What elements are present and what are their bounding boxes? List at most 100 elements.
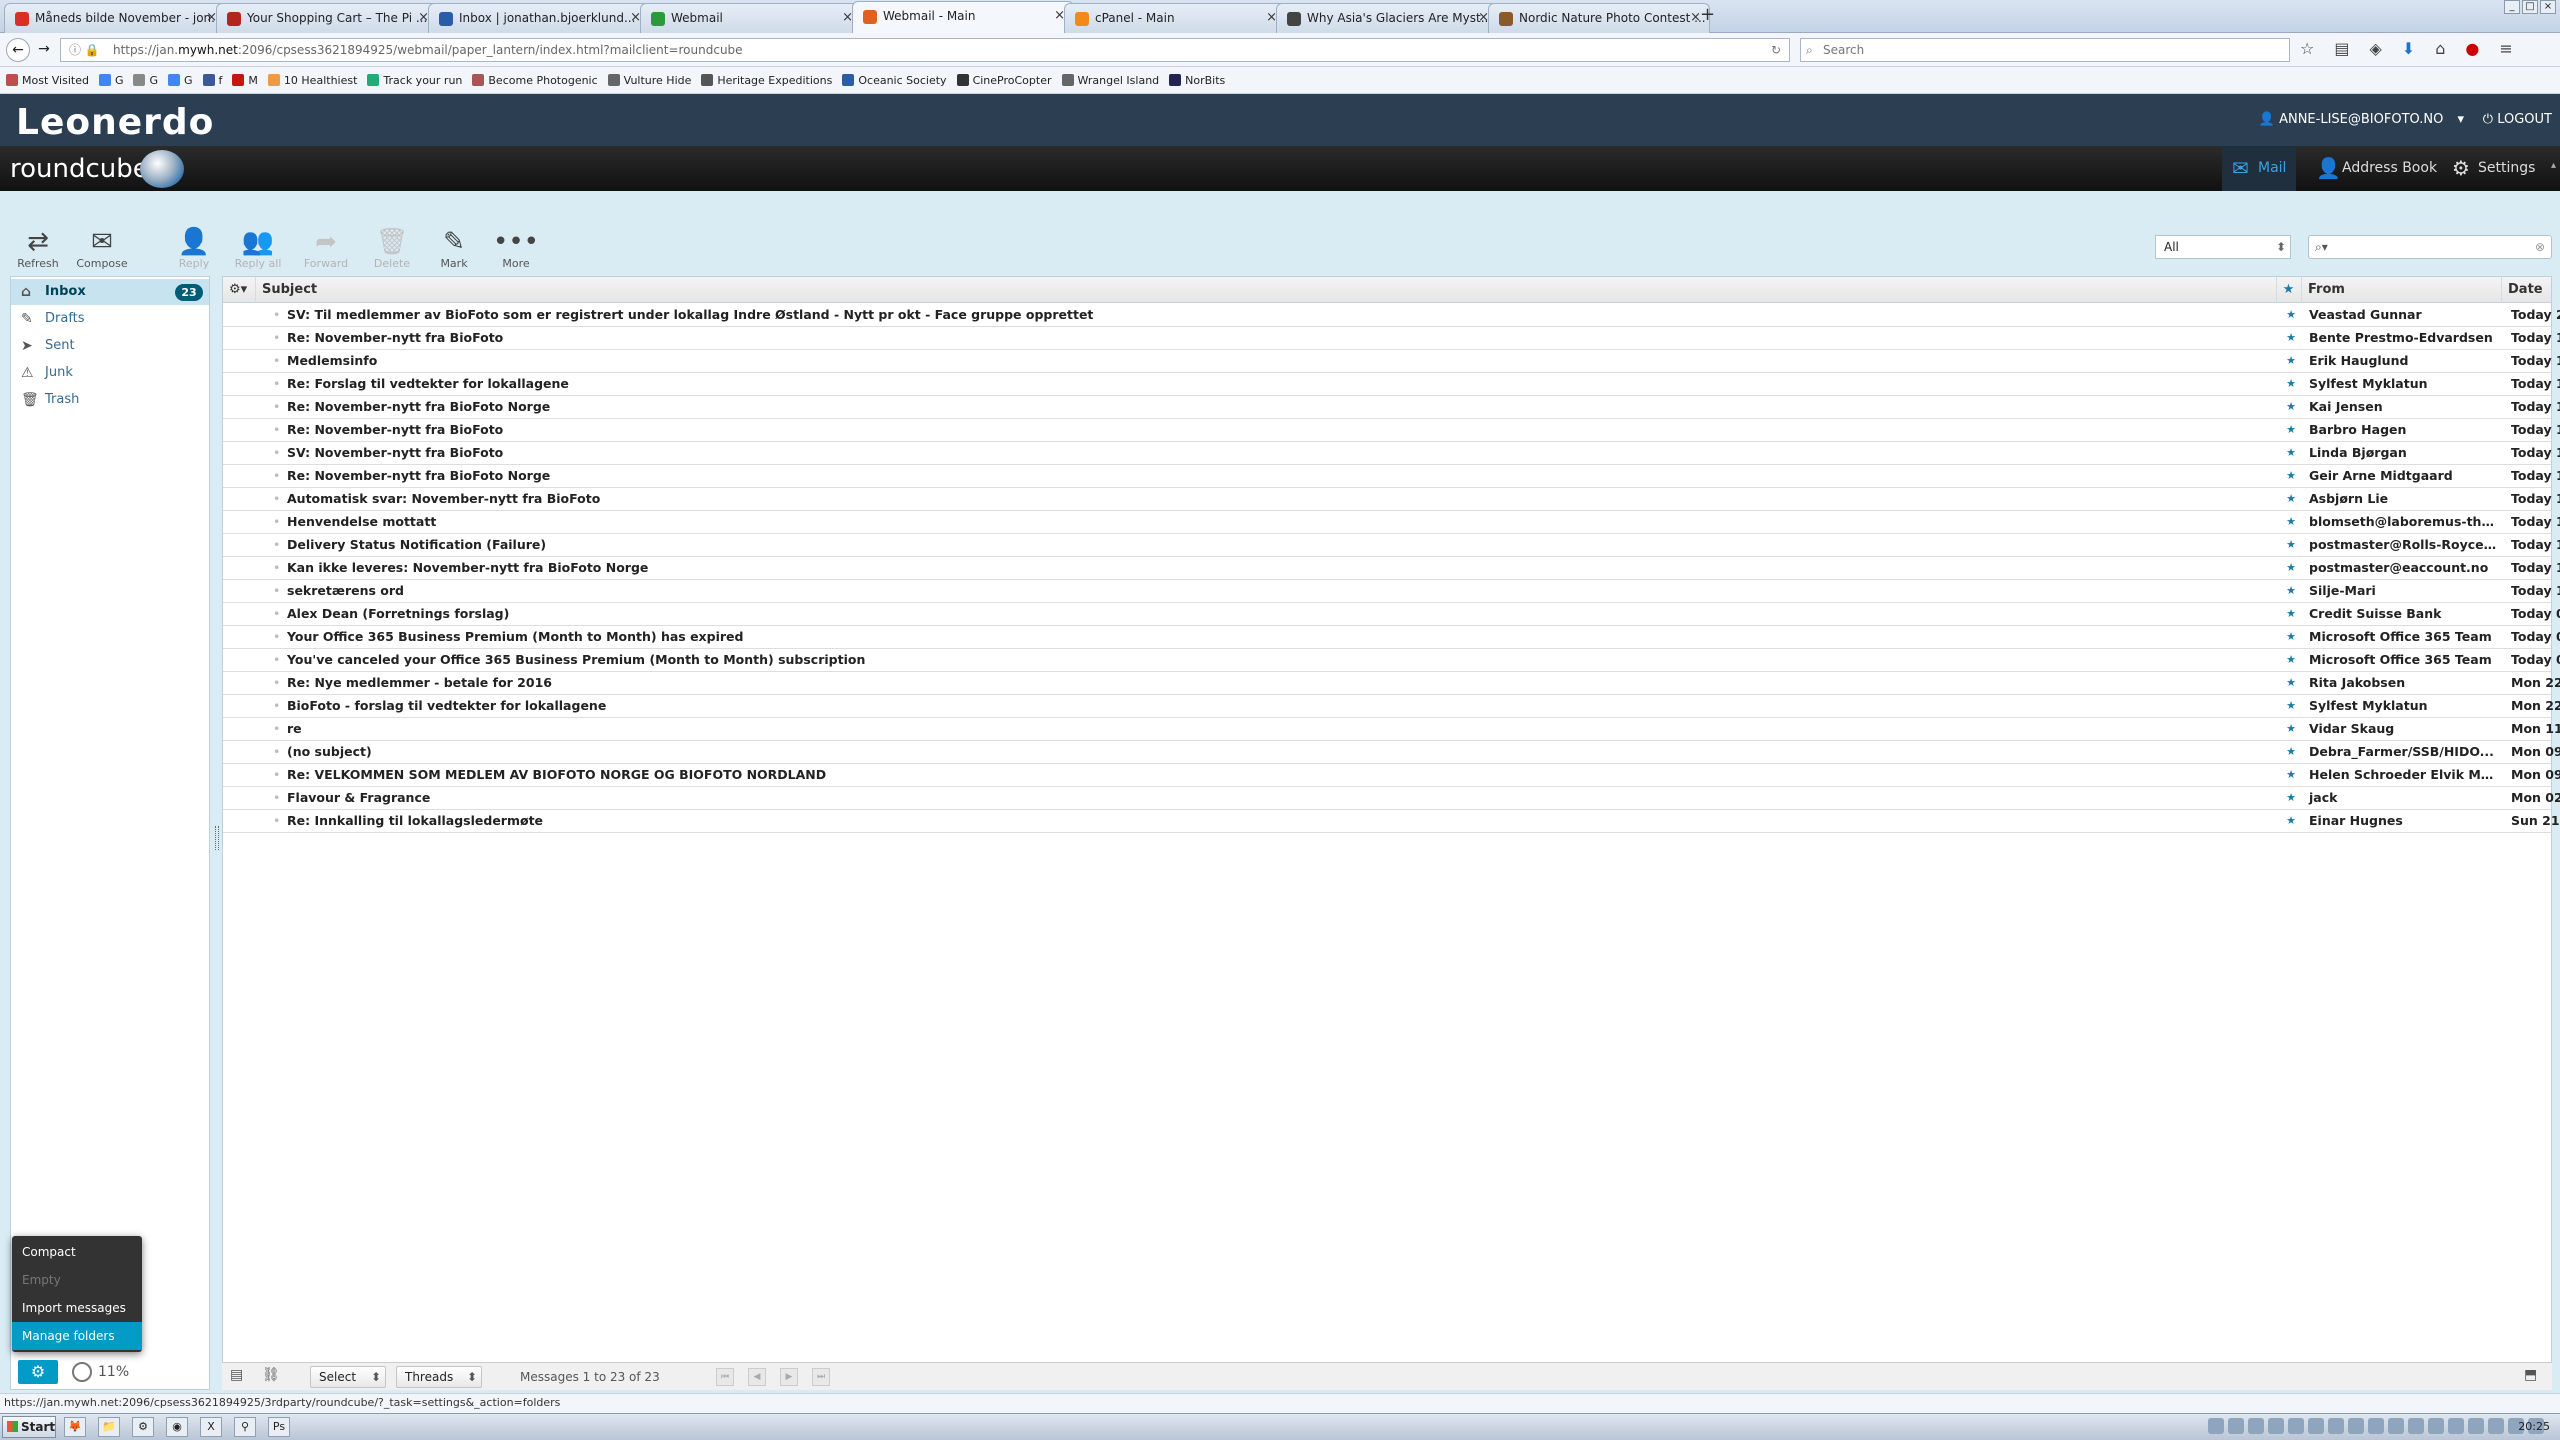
flag-star-icon[interactable]: ★: [2282, 442, 2300, 464]
reload-icon[interactable]: ↻: [1771, 39, 1781, 61]
flag-star-icon[interactable]: ★: [2282, 741, 2300, 763]
bookmarks-library-icon[interactable]: ▤: [2334, 39, 2349, 58]
message-row[interactable]: • Re: VELKOMMEN SOM MEDLEM AV BIOFOTO NOR…: [223, 764, 2560, 787]
message-subject[interactable]: Alex Dean (Forretnings forslag): [287, 603, 2267, 625]
message-row[interactable]: • Re: Nye medlemmer - betale for 2016 ★ Rit…: [223, 672, 2560, 695]
folder-item-trash[interactable]: 🗑 Trash: [11, 387, 209, 413]
column-from[interactable]: From: [2301, 277, 2501, 303]
bookmark-item[interactable]: CineProCopter: [956, 74, 1052, 87]
pane-splitter[interactable]: [213, 276, 219, 1390]
select-menu[interactable]: Select ⬍: [310, 1366, 386, 1388]
tray-icon[interactable]: [2468, 1418, 2484, 1434]
flag-star-icon[interactable]: ★: [2282, 350, 2300, 372]
bookmark-item[interactable]: Oceanic Society: [842, 74, 947, 87]
message-subject[interactable]: (no subject): [287, 741, 2267, 763]
folder-item-drafts[interactable]: ✎ Drafts: [11, 306, 209, 332]
previous-page-icon[interactable]: ◀: [748, 1368, 766, 1386]
folder-item-inbox[interactable]: ⌂ Inbox 23: [11, 279, 209, 305]
bookmark-item[interactable]: Heritage Expeditions: [701, 74, 832, 87]
flag-star-icon[interactable]: ★: [2282, 557, 2300, 579]
browser-tab[interactable]: Your Shopping Cart – The Pi ... ×: [216, 3, 438, 33]
compact-menu-item[interactable]: Compact: [12, 1238, 142, 1266]
folder-options-gear-icon[interactable]: ⚙: [18, 1360, 58, 1384]
message-subject[interactable]: Re: November-nytt fra BioFoto Norge: [287, 396, 2267, 418]
message-row[interactable]: • SV: Til medlemmer av BioFoto som er reg…: [223, 304, 2560, 327]
message-row[interactable]: • Re: November-nytt fra BioFoto Norge ★ Kai…: [223, 396, 2560, 419]
home-icon[interactable]: ⌂: [2435, 39, 2445, 58]
browser-tab[interactable]: Nordic Nature Photo Contest ... ×: [1488, 3, 1710, 33]
new-tab-button[interactable]: +: [1700, 4, 1715, 25]
refresh-button[interactable]: ⇄ Refresh: [8, 227, 68, 270]
bookmark-item[interactable]: NorBits: [1169, 74, 1225, 87]
message-subject[interactable]: Re: November-nytt fra BioFoto: [287, 327, 2267, 349]
flag-star-icon[interactable]: ★: [2282, 396, 2300, 418]
flag-star-icon[interactable]: ★: [2282, 534, 2300, 556]
filter-select[interactable]: All ⬍: [2155, 235, 2291, 259]
flag-star-icon[interactable]: ★: [2282, 511, 2300, 533]
message-row[interactable]: •sekretærens ord★Silje-MariToday 10:5925…: [223, 580, 2560, 603]
pocket-icon[interactable]: ◈: [2369, 39, 2381, 58]
taskbar-photoshop-icon[interactable]: Ps: [268, 1417, 290, 1437]
last-page-icon[interactable]: ⏭: [812, 1368, 830, 1386]
message-row[interactable]: • Delivery Status Notification (Failure) ★…: [223, 534, 2560, 557]
flag-star-icon[interactable]: ★: [2282, 718, 2300, 740]
message-subject[interactable]: Re: Forslag til vedtekter for lokallagen…: [287, 373, 2267, 395]
start-button[interactable]: Start: [2, 1416, 56, 1438]
task-settings[interactable]: ⚙ Settings: [2442, 146, 2545, 191]
forward-button[interactable]: →: [32, 38, 56, 62]
tray-icon[interactable]: [2348, 1418, 2364, 1434]
bookmark-item[interactable]: Vulture Hide: [607, 74, 691, 87]
message-row[interactable]: • Henvendelse mottatt ★ blomseth@laboremus-…: [223, 511, 2560, 534]
message-subject[interactable]: Re: November-nytt fra BioFoto: [287, 419, 2267, 441]
taskbar-chrome-icon[interactable]: ◉: [166, 1417, 188, 1437]
message-subject[interactable]: Automatisk svar: November-nytt fra BioFo…: [287, 488, 2267, 510]
message-row[interactable]: • Re: November-nytt fra BioFoto ★ Bente Pre…: [223, 327, 2560, 350]
taskbar-app2-icon[interactable]: ⚲: [234, 1417, 256, 1437]
bookmark-item[interactable]: G: [168, 74, 193, 87]
message-row[interactable]: • Alex Dean (Forretnings forslag) ★ Credit …: [223, 603, 2560, 626]
tray-icon[interactable]: [2268, 1418, 2284, 1434]
minimize-icon[interactable]: _: [2504, 0, 2520, 14]
flag-star-icon[interactable]: ★: [2282, 603, 2300, 625]
bookmark-item[interactable]: G: [98, 74, 123, 87]
browser-tab[interactable]: cPanel - Main ×: [1064, 3, 1286, 33]
flag-star-icon[interactable]: ★: [2282, 672, 2300, 694]
flag-star-icon[interactable]: ★: [2282, 695, 2300, 717]
reply-all-button[interactable]: 👥 Reply all: [228, 227, 288, 270]
import-messages-menu-item[interactable]: Import messages: [12, 1294, 142, 1322]
manage-folders-menu-item[interactable]: Manage folders: [12, 1322, 142, 1350]
list-options-gear-icon[interactable]: ⚙▾: [223, 277, 251, 303]
browser-tab[interactable]: Måneds bilde November - jon... ×: [4, 3, 226, 33]
task-addressbook[interactable]: 👤 Address Book: [2306, 146, 2447, 191]
message-subject[interactable]: Re: November-nytt fra BioFoto Norge: [287, 465, 2267, 487]
message-subject[interactable]: re: [287, 718, 2267, 740]
folder-item-junk[interactable]: ⚠ Junk: [11, 360, 209, 386]
maximize-icon[interactable]: □: [2522, 0, 2538, 14]
flag-star-icon[interactable]: ★: [2282, 649, 2300, 671]
message-row[interactable]: • Re: November-nytt fra BioFoto ★ Barbro Ha…: [223, 419, 2560, 442]
browser-tab[interactable]: Inbox | jonathan.bjoerklund... ×: [428, 3, 650, 33]
forward-message-button[interactable]: ➦ Forward: [296, 227, 356, 270]
close-window-icon[interactable]: ×: [2540, 0, 2556, 14]
flag-star-icon[interactable]: ★: [2282, 764, 2300, 786]
quick-search-input[interactable]: ⌕▾ ⊗: [2308, 235, 2552, 259]
tray-icon[interactable]: [2408, 1418, 2424, 1434]
taskbar-folder-icon[interactable]: 📁: [98, 1417, 120, 1437]
bookmark-item[interactable]: f: [202, 74, 222, 87]
adblock-icon[interactable]: ●: [2465, 39, 2479, 58]
flag-star-icon[interactable]: ★: [2282, 488, 2300, 510]
mark-button[interactable]: ✎ Mark: [424, 227, 484, 270]
taskbar-excel-icon[interactable]: X: [200, 1417, 222, 1437]
message-subject[interactable]: Your Office 365 Business Premium (Month …: [287, 626, 2267, 648]
bookmark-star-icon[interactable]: ☆: [2300, 39, 2314, 58]
message-row[interactable]: • Automatisk svar: November-nytt fra BioF…: [223, 488, 2560, 511]
flag-star-icon[interactable]: ★: [2282, 373, 2300, 395]
flag-star-icon[interactable]: ★: [2282, 787, 2300, 809]
flag-star-icon[interactable]: ★: [2282, 465, 2300, 487]
toggle-preview-icon[interactable]: ⬒: [2524, 1367, 2537, 1383]
tray-icon[interactable]: [2388, 1418, 2404, 1434]
message-subject[interactable]: sekretærens ord: [287, 580, 2267, 602]
message-subject[interactable]: You've canceled your Office 365 Business…: [287, 649, 2267, 671]
message-subject[interactable]: Re: VELKOMMEN SOM MEDLEM AV BIOFOTO NORG…: [287, 764, 2267, 786]
message-subject[interactable]: Kan ikke leveres: November-nytt fra BioF…: [287, 557, 2267, 579]
